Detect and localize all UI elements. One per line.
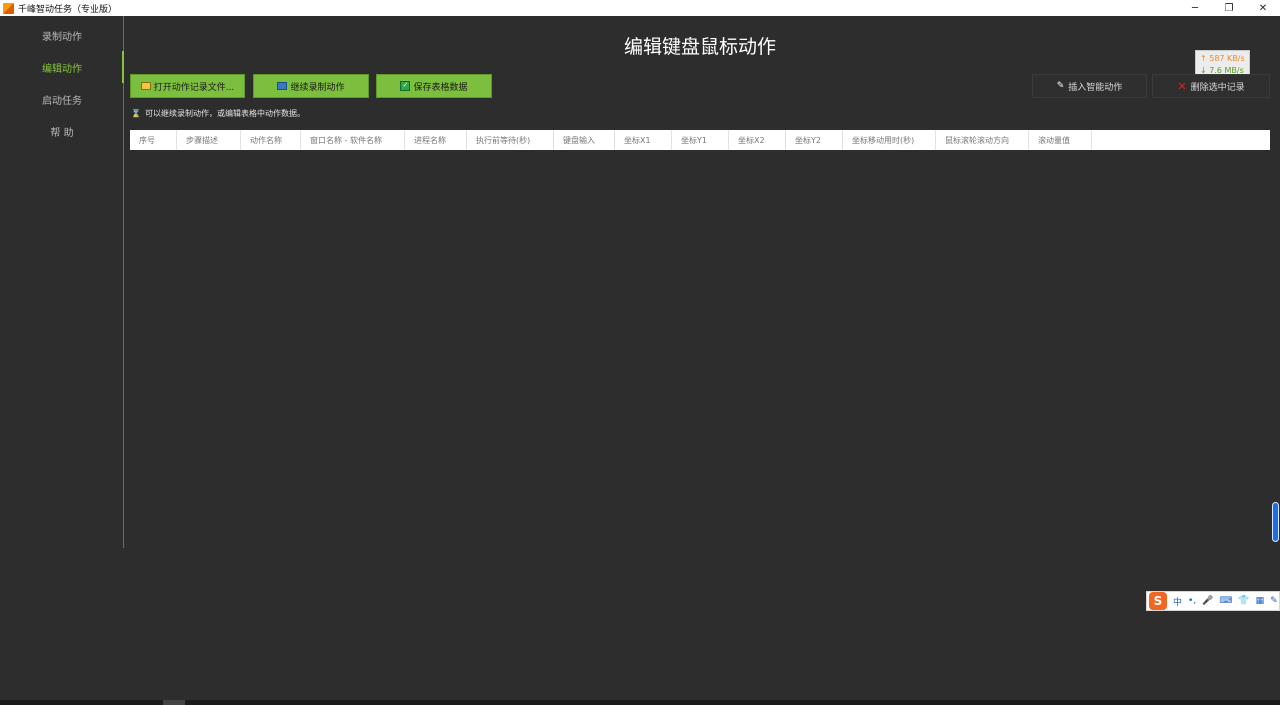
sidebar: 录制动作 编辑动作 启动任务 帮 助 (0, 16, 124, 548)
checkbox-icon: ✓ (400, 81, 411, 91)
minimize-button[interactable]: ─ (1178, 0, 1212, 16)
table-column-header[interactable]: 执行前等待(秒) (467, 130, 554, 150)
insert-smart-action-button[interactable]: ✎ 插入智能动作 (1032, 74, 1147, 98)
ime-skin-icon[interactable]: 👕 (1238, 596, 1249, 606)
sidebar-active-indicator (122, 51, 124, 83)
action-table-header: 序号 步骤描述 动作名称 窗口名称 - 软件名称 进程名称 执行前等待(秒) 键盘输入 坐标X… (130, 130, 1270, 150)
table-column-header[interactable]: 滚动量值 (1029, 130, 1092, 150)
table-column-header[interactable]: 窗口名称 - 软件名称 (301, 130, 405, 150)
save-table-button[interactable]: ✓ 保存表格数据 (376, 74, 492, 98)
table-column-header[interactable]: 坐标移动用时(秒) (843, 130, 936, 150)
app-logo-icon (3, 2, 14, 14)
table-column-header[interactable]: 坐标Y2 (786, 130, 843, 150)
sogou-ime-logo-icon[interactable]: S (1149, 592, 1167, 610)
ime-toolbox-icon[interactable]: ▦ (1256, 596, 1265, 606)
os-taskbar (0, 700, 1280, 705)
pen-icon: ✎ (1056, 81, 1065, 91)
restore-button[interactable]: ❐ (1212, 0, 1246, 16)
continue-recording-button[interactable]: 继续录制动作 (253, 74, 369, 98)
table-column-header[interactable]: 坐标Y1 (672, 130, 729, 150)
close-button[interactable]: ✕ (1246, 0, 1280, 16)
table-column-header[interactable]: 动作名称 (241, 130, 301, 150)
open-record-file-button[interactable]: 打开动作记录文件... (130, 74, 245, 98)
sidebar-item-edit[interactable]: 编辑动作 (0, 60, 124, 75)
ime-toolbar: S 中 •, 🎤 ⌨ 👕 ▦ ✎ (1146, 591, 1280, 611)
table-column-header[interactable]: 步骤描述 (177, 130, 241, 150)
window-controls: ─ ❐ ✕ (1178, 0, 1280, 16)
delete-selected-label: 删除选中记录 (1190, 82, 1245, 93)
save-table-label: 保存表格数据 (413, 82, 468, 93)
page-title: 编辑键盘鼠标动作 (623, 36, 776, 58)
table-column-header[interactable]: 进程名称 (405, 130, 467, 150)
sidebar-item-record[interactable]: 录制动作 (0, 28, 124, 43)
delete-x-icon: ✕ (1177, 79, 1187, 93)
ime-microphone-icon[interactable]: 🎤 (1202, 596, 1213, 606)
hint-message: ⌛ 可以继续录制动作，或编辑表格中动作数据。 (131, 108, 305, 119)
sidebar-item-start-task[interactable]: 启动任务 (0, 92, 124, 107)
continue-recording-label: 继续录制动作 (290, 82, 345, 93)
table-column-header[interactable]: 坐标X1 (615, 130, 672, 150)
table-column-header[interactable]: 坐标X2 (729, 130, 786, 150)
ime-handwrite-icon[interactable]: ✎ (1270, 596, 1278, 606)
vertical-scrollbar-thumb[interactable] (1272, 502, 1279, 542)
table-column-header[interactable]: 鼠标滚轮滚动方向 (936, 130, 1029, 150)
record-icon (277, 82, 288, 90)
taskbar-app-tile[interactable] (163, 700, 185, 705)
insert-smart-action-label: 插入智能动作 (1068, 82, 1123, 93)
folder-icon (140, 82, 151, 90)
hint-text: 可以继续录制动作，或编辑表格中动作数据。 (144, 109, 305, 118)
open-record-file-label: 打开动作记录文件... (153, 82, 235, 93)
ime-keyboard-icon[interactable]: ⌨ (1219, 596, 1232, 606)
window-titlebar: 千峰智动任务（专业版） ─ ❐ ✕ (0, 0, 1280, 16)
ime-lang-toggle[interactable]: 中 (1173, 595, 1182, 608)
upload-speed: ↑ 587 KB/s (1200, 54, 1245, 63)
ime-punctuation-icon[interactable]: •, (1188, 596, 1196, 606)
table-column-header[interactable]: 序号 (130, 130, 177, 150)
sidebar-item-help[interactable]: 帮 助 (0, 124, 124, 139)
window-title: 千峰智动任务（专业版） (18, 4, 118, 15)
hourglass-icon: ⌛ (131, 109, 141, 118)
table-column-header[interactable]: 键盘输入 (554, 130, 615, 150)
delete-selected-button[interactable]: ✕ 删除选中记录 (1152, 74, 1270, 98)
